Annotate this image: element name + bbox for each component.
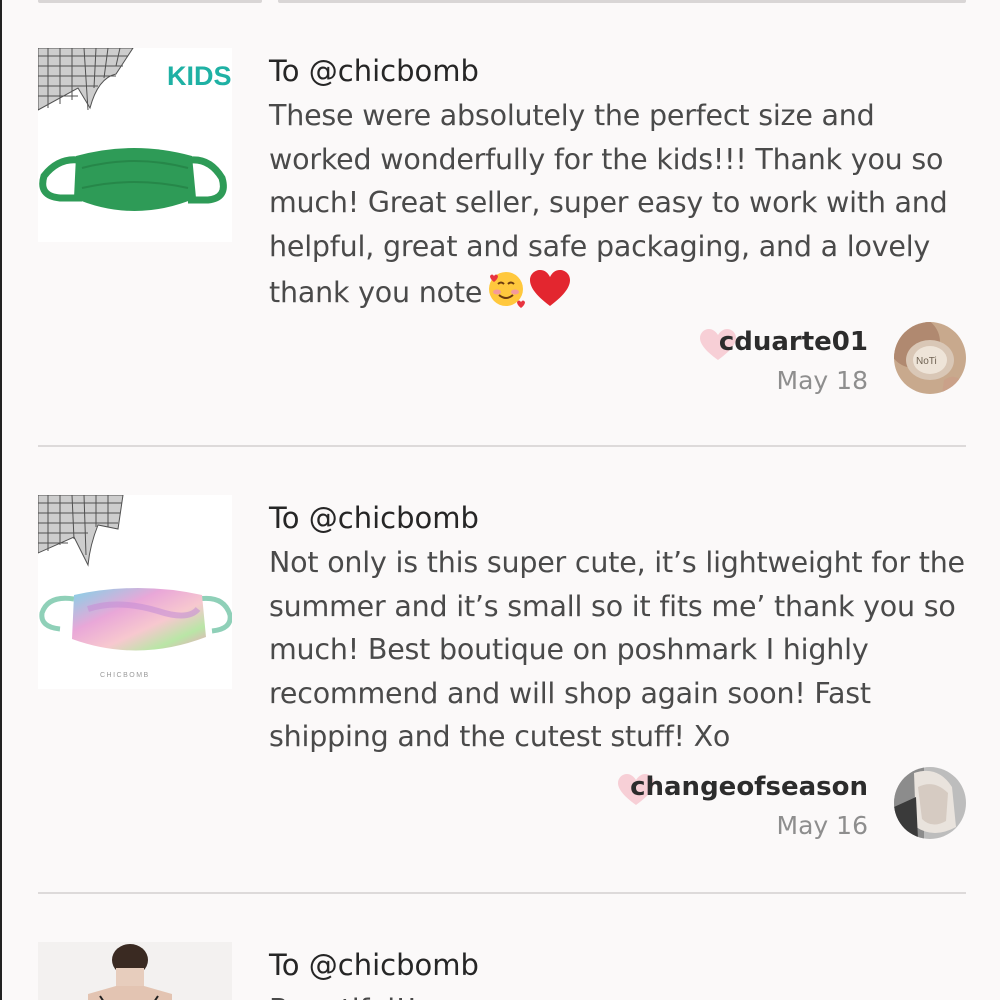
svg-text:CHICBOMB: CHICBOMB: [100, 672, 150, 679]
tie-dye-mask-image: CHICBOMB: [38, 495, 232, 689]
review-body: To @chicbomb Beautiful!!: [269, 942, 969, 1000]
review-card: CHICBOMB To @chicbomb Not only is this s…: [38, 495, 966, 893]
reviewer-avatar[interactable]: [894, 767, 966, 839]
review-meta: cduarte01 May 18 NoTi: [546, 322, 966, 402]
text-divider: [278, 0, 966, 3]
review-card: To @chicbomb Beautiful!!: [38, 942, 966, 1000]
review-divider: [38, 445, 966, 447]
reviewer-username[interactable]: changeofseason: [630, 767, 868, 807]
red-heart-icon: [530, 270, 571, 321]
product-thumbnail[interactable]: CHICBOMB: [38, 495, 232, 689]
review-text: Not only is this super cute, it’s lightw…: [269, 546, 965, 753]
review-recipient[interactable]: To @chicbomb: [269, 48, 969, 94]
review-recipient[interactable]: To @chicbomb: [269, 942, 969, 988]
review-body: To @chicbomb These were absolutely the p…: [269, 48, 969, 321]
review-meta: changeofseason May 16: [546, 767, 966, 847]
product-thumbnail[interactable]: KIDS: [38, 48, 232, 242]
review-text: These were absolutely the perfect size a…: [269, 94, 969, 321]
review-date: May 18: [776, 366, 868, 395]
review-text: Beautiful!!: [269, 988, 969, 1000]
reviewer-username[interactable]: cduarte01: [719, 322, 868, 362]
review-text-content: These were absolutely the perfect size a…: [269, 99, 948, 309]
review-date: May 16: [776, 811, 868, 840]
review-card: KIDS To @chicbomb These were absolutely …: [38, 48, 966, 446]
svg-text:KIDS: KIDS: [167, 61, 232, 91]
review-divider: [38, 892, 966, 894]
review-body: To @chicbomb Not only is this super cute…: [269, 495, 969, 759]
svg-text:NoTi: NoTi: [916, 356, 937, 367]
top-dividers: [2, 0, 1000, 4]
reviewer-avatar[interactable]: NoTi: [894, 322, 966, 394]
product-thumbnail[interactable]: [38, 942, 232, 1000]
review-recipient[interactable]: To @chicbomb: [269, 495, 969, 541]
smiling-face-with-hearts-icon: [486, 268, 526, 321]
model-photo-image: [38, 942, 232, 1000]
kids-mask-image: KIDS: [38, 48, 232, 242]
thumb-divider: [38, 0, 262, 3]
